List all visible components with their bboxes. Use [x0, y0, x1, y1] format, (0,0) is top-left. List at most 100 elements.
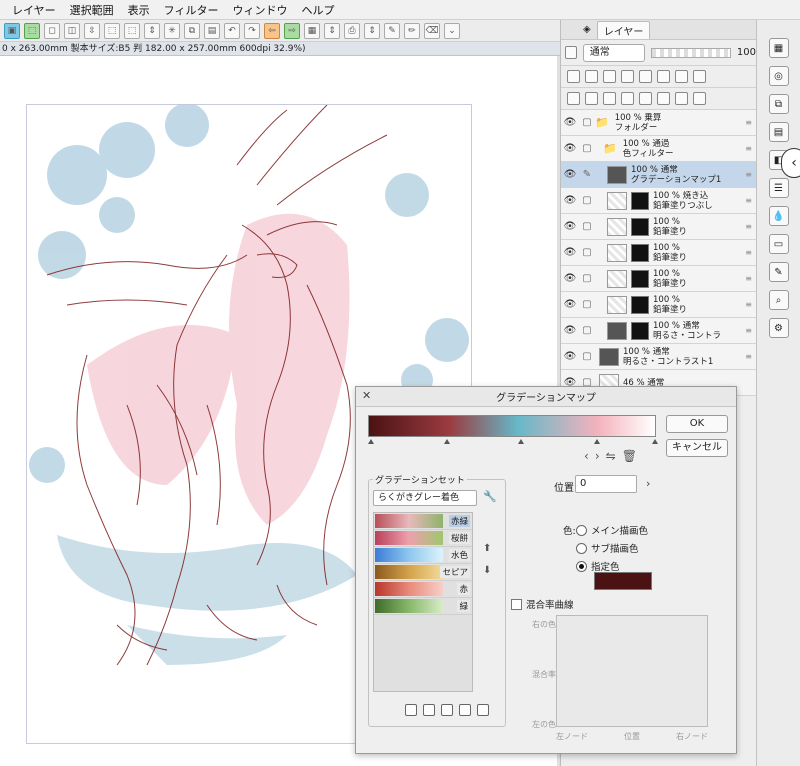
transfer-down-icon[interactable] — [621, 92, 634, 105]
more-icon[interactable] — [693, 70, 706, 83]
color-circle-icon[interactable]: ◎ — [768, 66, 789, 86]
layer-row[interactable]: 👁 ▢ 100 % 焼き込 鉛筆塗りつぶし ≡ — [561, 188, 756, 214]
layer-menu-icon[interactable]: ≡ — [745, 352, 752, 361]
eye-icon[interactable]: 👁 — [561, 351, 579, 362]
duplicate-gradient-icon[interactable] — [441, 704, 453, 716]
undo-icon[interactable]: ↶ — [224, 22, 240, 39]
save-gradient-icon[interactable] — [459, 704, 471, 716]
gradient-set-item[interactable]: 桜餅 — [374, 530, 472, 547]
apply-mask-icon[interactable] — [675, 92, 688, 105]
expand-selection-icon[interactable]: ⇳ — [84, 22, 100, 39]
layer-check[interactable]: ▢ — [579, 247, 595, 258]
position-input[interactable]: 0 — [575, 475, 637, 493]
layer-check[interactable]: ▢ — [579, 195, 595, 206]
gradient-set-item[interactable]: 赤緑 — [374, 513, 472, 530]
layer-row[interactable]: 👁 ▢ 📁 100 % 通過 色フィルター ≡ — [561, 136, 756, 162]
layer-menu-icon[interactable]: ≡ — [745, 300, 752, 309]
chevron-down-icon[interactable]: ⌄ — [444, 22, 460, 39]
lock-alpha-icon[interactable] — [621, 70, 634, 83]
layer-menu-icon[interactable]: ≡ — [745, 222, 752, 231]
import-icon[interactable]: ⇦ — [264, 22, 280, 39]
pen-icon[interactable]: ✎ — [384, 22, 400, 39]
radio-sub-color[interactable]: サブ描画色 — [576, 541, 639, 555]
menu-help[interactable]: ヘルプ — [301, 2, 334, 18]
blend-curve-editor[interactable] — [556, 615, 708, 727]
eye-icon[interactable]: 👁 — [561, 169, 579, 180]
gradient-set-item[interactable]: 赤 — [374, 581, 472, 598]
trash-icon[interactable] — [693, 92, 706, 105]
copy-icon[interactable]: ⧉ — [184, 22, 200, 39]
radio-button[interactable] — [576, 524, 587, 536]
color-set-icon[interactable]: ▦ — [768, 38, 789, 58]
menu-filter[interactable]: フィルター — [164, 2, 219, 18]
stepper3-icon[interactable]: ⇕ — [364, 22, 380, 39]
eye-icon[interactable]: 👁 — [561, 143, 579, 154]
palette-icon[interactable] — [657, 70, 670, 83]
layer-row[interactable]: 👁 ▢ 100 % 鉛筆塗り ≡ — [561, 266, 756, 292]
select-all-icon[interactable]: ▣ — [4, 22, 20, 39]
filmstrip-icon[interactable]: ▤ — [768, 122, 789, 142]
export-icon[interactable]: ⇨ — [284, 22, 300, 39]
gradient-node-marker[interactable] — [652, 439, 658, 444]
eye-icon[interactable]: 👁 — [561, 325, 579, 336]
new-raster-layer-icon[interactable] — [567, 92, 580, 105]
wrench-icon[interactable]: 🔧 — [483, 490, 497, 503]
tab-layer[interactable]: レイヤー — [596, 20, 651, 39]
eye-icon[interactable]: 👁 — [561, 195, 579, 206]
arrow-down-icon[interactable]: ⬇ — [483, 560, 491, 582]
brush-icon[interactable]: ✎ — [768, 262, 789, 282]
layer-menu-icon[interactable]: ≡ — [745, 274, 752, 283]
opacity-value[interactable]: 100 — [737, 47, 756, 58]
invert-selection-icon[interactable]: ◫ — [64, 22, 80, 39]
gradient-preview-bar[interactable] — [368, 415, 656, 437]
combine-down-icon[interactable] — [639, 92, 652, 105]
eye-icon[interactable]: 👁 — [561, 273, 579, 284]
layer-row[interactable]: 👁 ▢ 100 % 鉛筆塗り ≡ — [561, 240, 756, 266]
gradient-node-marker[interactable] — [368, 439, 374, 444]
new-vector-layer-icon[interactable] — [585, 92, 598, 105]
layer-mask-add-icon[interactable] — [657, 92, 670, 105]
shrink-selection-icon[interactable]: ⬚ — [104, 22, 120, 39]
radio-button[interactable] — [576, 542, 587, 554]
new-folder-icon[interactable] — [603, 92, 616, 105]
menu-layer[interactable]: レイヤー — [12, 2, 56, 18]
flip-icon[interactable]: ⇋ — [606, 449, 616, 463]
mask-icon[interactable] — [639, 70, 652, 83]
menu-window[interactable]: ウィンドウ — [232, 2, 287, 18]
sparkle-icon[interactable]: ✳ — [164, 22, 180, 39]
chevron-right-icon[interactable]: › — [646, 477, 650, 490]
gradient-node-marker[interactable] — [594, 439, 600, 444]
settings-icon[interactable]: ⚙ — [768, 318, 789, 338]
layer-row[interactable]: 👁 ▢ 100 % 通常 明るさ・コントラスト1 ≡ — [561, 344, 756, 370]
layer-menu-icon[interactable]: ≡ — [745, 196, 752, 205]
gradient-node-marker[interactable] — [518, 439, 524, 444]
stepper2-icon[interactable]: ⇕ — [324, 22, 340, 39]
search-layer-icon[interactable]: ⌕ — [768, 290, 789, 310]
layer-check[interactable]: ▢ — [579, 273, 595, 284]
gradient-node-marker[interactable] — [444, 439, 450, 444]
layer-row[interactable]: 👁 ▢ 100 % 鉛筆塗り ≡ — [561, 214, 756, 240]
layer-menu-icon[interactable]: ≡ — [745, 144, 752, 153]
add-gradient-icon[interactable] — [405, 704, 417, 716]
layer-check[interactable]: ▢ — [579, 117, 595, 128]
blend-curve-checkbox[interactable]: 混合率曲線 — [511, 597, 574, 611]
print-icon[interactable]: ⎙ — [344, 22, 360, 39]
eye-icon[interactable]: 👁 — [561, 247, 579, 258]
layer-check[interactable]: ▢ — [579, 221, 595, 232]
trash-icon[interactable]: 🗑 — [622, 449, 637, 463]
radio-main-color[interactable]: メイン描画色 — [576, 523, 648, 537]
eye-icon[interactable]: 👁 — [561, 117, 579, 128]
deselect-icon[interactable]: ◻ — [44, 22, 60, 39]
layer-check[interactable]: ▢ — [579, 299, 595, 310]
stepper-icon[interactable]: ⇕ — [144, 22, 160, 39]
chevron-right-icon[interactable]: › — [595, 449, 600, 463]
layer-check[interactable]: ▢ — [579, 351, 595, 362]
checkbox[interactable] — [511, 598, 522, 610]
clip-icon[interactable] — [567, 70, 580, 83]
gradient-set-item[interactable]: 水色 — [374, 547, 472, 564]
gradient-set-item[interactable]: セピア — [374, 564, 472, 581]
pencil-icon[interactable]: ✏ — [404, 22, 420, 39]
radio-button[interactable] — [576, 560, 587, 572]
marquee-icon[interactable]: ⬚ — [124, 22, 140, 39]
pen-edit-icon[interactable]: ✎ — [579, 169, 595, 180]
